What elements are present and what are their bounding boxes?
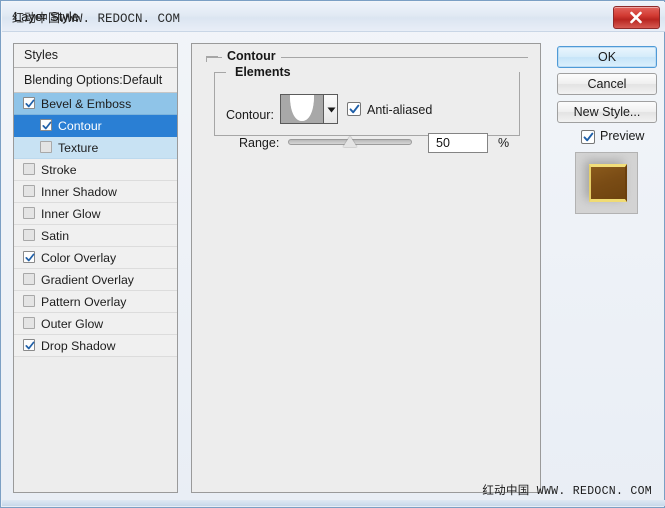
- range-slider-thumb[interactable]: [343, 136, 357, 147]
- effect-checkbox[interactable]: [23, 229, 35, 241]
- effect-checkbox[interactable]: [23, 251, 35, 263]
- bottom-watermark-cn: 红动中国: [482, 483, 530, 497]
- effect-label: Satin: [41, 229, 70, 243]
- effect-label: Contour: [58, 119, 102, 133]
- effect-label: Pattern Overlay: [41, 295, 127, 309]
- effect-checkbox[interactable]: [23, 295, 35, 307]
- bottom-watermark-en: WWW. REDOCN. COM: [536, 485, 652, 498]
- effect-row-gradient-overlay[interactable]: Gradient Overlay: [14, 269, 177, 291]
- range-unit-label: %: [498, 136, 510, 150]
- title-bar[interactable]: Layer Style 红动中国WWW. REDOCN. COM: [2, 2, 665, 32]
- effect-row-color-overlay[interactable]: Color Overlay: [14, 247, 177, 269]
- effect-label: Texture: [58, 141, 99, 155]
- range-value-input[interactable]: 50: [428, 133, 488, 153]
- effect-checkbox[interactable]: [40, 119, 52, 131]
- layer-style-dialog: Layer Style 红动中国WWW. REDOCN. COM Styles …: [0, 0, 665, 508]
- elements-group-title: Elements: [230, 65, 296, 79]
- range-field-label: Range:: [239, 136, 280, 150]
- styles-panel-header: Styles: [14, 44, 177, 68]
- title-watermark-cn: 红动中国: [12, 11, 61, 25]
- effect-checkbox[interactable]: [23, 185, 35, 197]
- ok-button[interactable]: OK: [557, 46, 657, 68]
- effect-row-texture[interactable]: Texture: [14, 137, 177, 159]
- window-bottom-strip: [2, 500, 665, 506]
- effect-label: Gradient Overlay: [41, 273, 134, 287]
- blending-options-row[interactable]: Blending Options:Default: [14, 68, 177, 93]
- effect-row-bevel-emboss[interactable]: Bevel & Emboss: [14, 93, 177, 115]
- effect-label: Bevel & Emboss: [41, 97, 132, 111]
- effect-checkbox[interactable]: [23, 273, 35, 285]
- styles-panel: Styles Blending Options:Default Bevel & …: [13, 43, 178, 493]
- title-watermark-en: WWW. REDOCN. COM: [60, 12, 181, 26]
- style-preview-thumbnail: [575, 152, 638, 214]
- anti-aliased-label: Anti-aliased: [367, 103, 433, 117]
- effect-checkbox[interactable]: [23, 317, 35, 329]
- contour-preset-preview[interactable]: [280, 94, 324, 124]
- effect-label: Stroke: [41, 163, 77, 177]
- contour-field-label: Contour:: [226, 108, 274, 122]
- effect-label: Inner Shadow: [41, 185, 117, 199]
- anti-aliased-checkbox[interactable]: [347, 102, 361, 116]
- preview-label: Preview: [600, 129, 645, 143]
- effect-checkbox[interactable]: [40, 141, 52, 153]
- effect-label: Drop Shadow: [41, 339, 116, 353]
- effect-row-pattern-overlay[interactable]: Pattern Overlay: [14, 291, 177, 313]
- dialog-window: Layer Style 红动中国WWW. REDOCN. COM Styles …: [0, 0, 665, 508]
- effect-row-contour[interactable]: Contour: [14, 115, 177, 137]
- elements-group: Elements Contour: Anti-aliased Range: 50…: [214, 64, 520, 153]
- effect-label: Outer Glow: [41, 317, 104, 331]
- contour-dropdown-button[interactable]: [324, 94, 338, 124]
- blending-options-label: Blending Options:Default: [24, 73, 163, 87]
- thumbnail-beveled-square: [589, 164, 627, 202]
- effect-checkbox[interactable]: [23, 163, 35, 175]
- new-style-button[interactable]: New Style...: [557, 101, 657, 123]
- contour-settings-panel: Contour Elements Contour: Anti-aliased R…: [191, 43, 541, 493]
- effects-list: Bevel & Emboss Contour Texture Stroke Inner …: [14, 93, 177, 357]
- effect-label: Color Overlay: [41, 251, 117, 265]
- effect-checkbox[interactable]: [23, 339, 35, 351]
- effect-checkbox[interactable]: [23, 97, 35, 109]
- effect-row-stroke[interactable]: Stroke: [14, 159, 177, 181]
- effect-checkbox[interactable]: [23, 207, 35, 219]
- styles-panel-title: Styles: [24, 48, 59, 62]
- contour-group-title: Contour: [222, 49, 281, 63]
- bottom-watermark: 红动中国 WWW. REDOCN. COM: [482, 482, 652, 498]
- contour-curve-icon: [281, 95, 323, 123]
- close-button[interactable]: [613, 6, 660, 29]
- title-watermark: 红动中国WWW. REDOCN. COM: [12, 9, 180, 26]
- effect-row-inner-shadow[interactable]: Inner Shadow: [14, 181, 177, 203]
- effect-label: Inner Glow: [41, 207, 101, 221]
- effect-row-inner-glow[interactable]: Inner Glow: [14, 203, 177, 225]
- cancel-button[interactable]: Cancel: [557, 73, 657, 95]
- preview-checkbox[interactable]: [581, 130, 595, 144]
- effect-row-outer-glow[interactable]: Outer Glow: [14, 313, 177, 335]
- effect-row-drop-shadow[interactable]: Drop Shadow: [14, 335, 177, 357]
- effect-row-satin[interactable]: Satin: [14, 225, 177, 247]
